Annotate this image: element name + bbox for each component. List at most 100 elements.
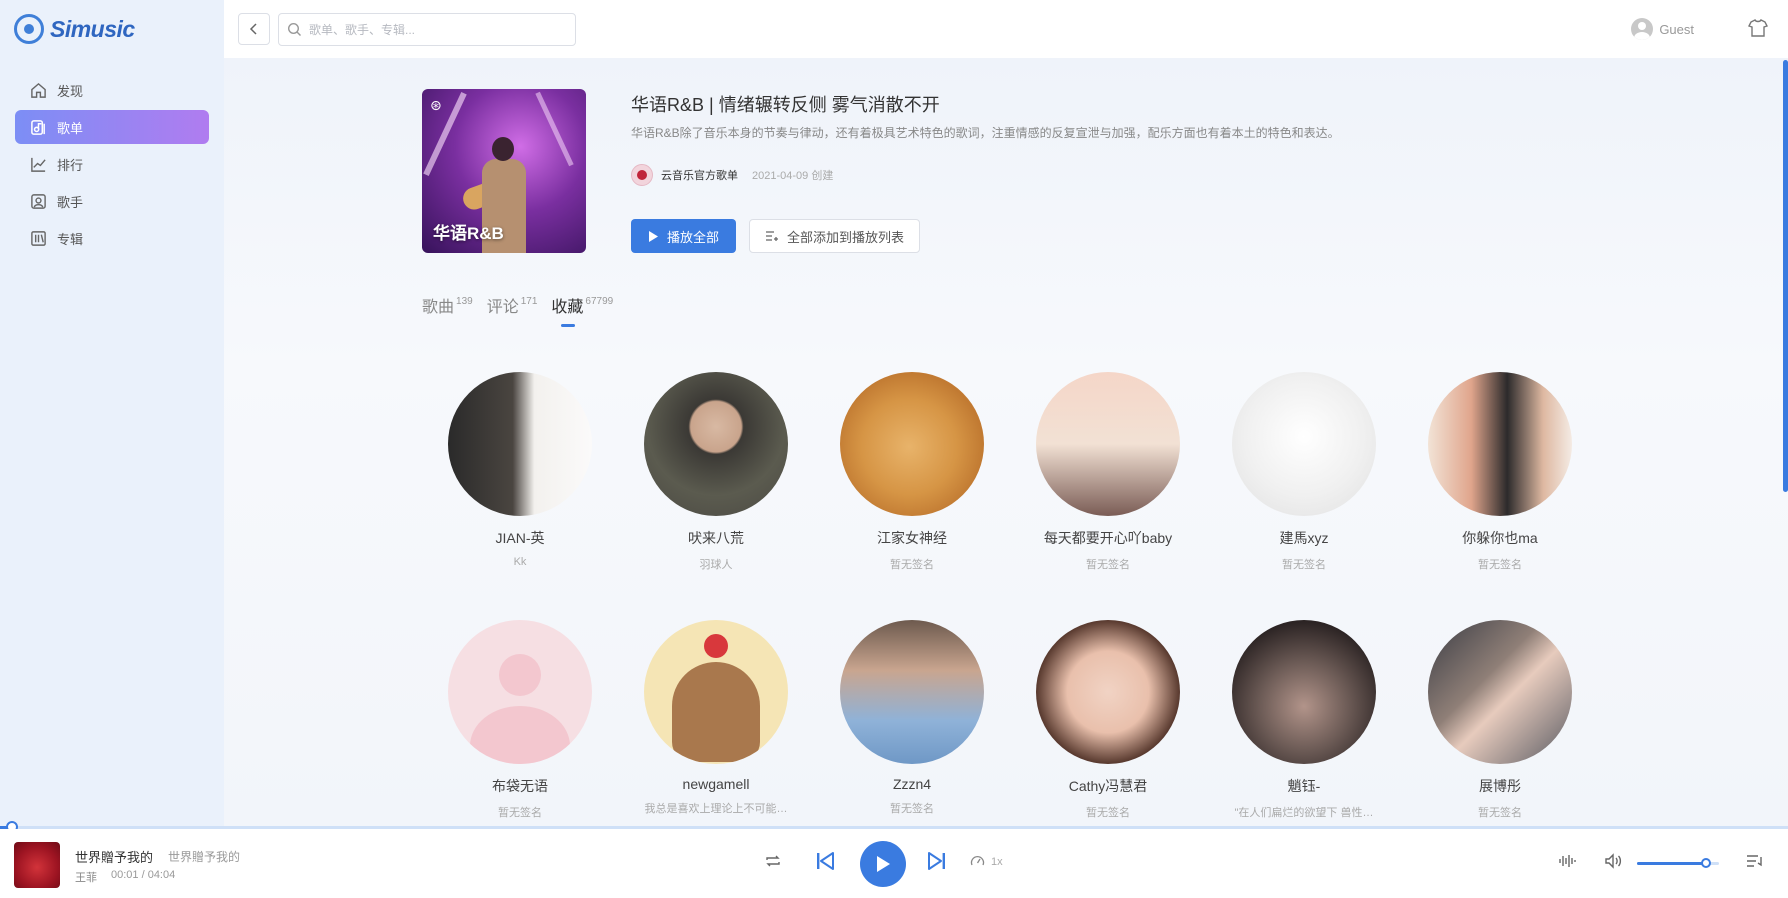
subscriber-signature: 暂无签名 (890, 803, 934, 815)
subscriber-signature: 我总是喜欢上理论上不可能… (644, 803, 788, 815)
play-icon (877, 856, 890, 872)
avatar (644, 620, 788, 764)
sidebar-item-label: 专辑 (57, 231, 84, 247)
search-input[interactable] (309, 22, 575, 37)
play-queue-button[interactable] (1746, 853, 1764, 869)
subscriber-card[interactable]: 魈钰- "在人们扁烂的欲望下 兽性… (1206, 620, 1402, 820)
subscriber-card[interactable]: 建馬xyz 暂无签名 (1206, 372, 1402, 572)
sidebar-item-discover[interactable]: 发现 (15, 73, 209, 107)
subscriber-card[interactable]: Zzzn4 暂无签名 (814, 620, 1010, 816)
sidebar: Simusic 发现 歌单 排行 歌手 专辑 (0, 0, 224, 828)
tshirt-icon[interactable] (1748, 18, 1768, 43)
avatar (1036, 372, 1180, 516)
volume-handle[interactable] (1701, 858, 1711, 868)
add-all-label: 全部添加到播放列表 (786, 229, 904, 245)
subscriber-card[interactable]: 江家女神经 暂无签名 (814, 372, 1010, 572)
back-button[interactable] (238, 13, 270, 45)
subscriber-card[interactable]: 布袋无语 暂无签名 (422, 620, 618, 820)
sidebar-item-label: 发现 (57, 83, 84, 99)
subscriber-card[interactable]: JIAN-英 Kk (422, 372, 618, 568)
avatar (1232, 372, 1376, 516)
subscriber-card[interactable]: newgamell 我总是喜欢上理论上不可能… (618, 620, 814, 816)
avatar (1036, 620, 1180, 764)
subscriber-name: newgamell (682, 776, 750, 792)
sidebar-item-ranking[interactable]: 排行 (15, 147, 209, 181)
subscriber-signature: 暂无签名 (1086, 807, 1130, 819)
subscriber-name: 吠来八荒 (688, 530, 744, 546)
scrollbar[interactable] (1783, 60, 1788, 492)
tab-subscribers[interactable]: 收藏 67799 (551, 293, 614, 327)
repeat-icon (766, 855, 780, 867)
subscriber-card[interactable]: 吠来八荒 羽球人 (618, 372, 814, 572)
subscriber-card[interactable]: Cathy冯慧君 暂无签名 (1010, 620, 1206, 820)
volume-slider[interactable] (1637, 858, 1719, 868)
playlist-description: 华语R&B除了音乐本身的节奏与律动，还有着极具艺术特色的歌词，注重情感的反复宣泄… (631, 126, 1340, 140)
queue-list-icon (1747, 855, 1762, 867)
subscriber-name: 魈钰- (1287, 778, 1321, 794)
sidebar-item-playlist[interactable]: 歌单 (15, 110, 209, 144)
search-box[interactable] (278, 13, 576, 46)
subscriber-name: 建馬xyz (1279, 530, 1329, 546)
logo-disc-icon (14, 14, 44, 44)
tab-label: 评论 (486, 299, 519, 316)
avatar (448, 372, 592, 516)
player-bar: 世界贈予我的 世界贈予我的 王菲 00:01 / 04:04 1x (0, 829, 1788, 898)
avatar (1428, 372, 1572, 516)
subscriber-signature: 暂无签名 (498, 807, 542, 819)
chart-line-icon (29, 155, 47, 173)
playlist-icon (29, 118, 47, 136)
next-track-button[interactable] (928, 851, 946, 871)
user-menu[interactable]: Guest (1631, 18, 1694, 40)
sidebar-item-label: 歌手 (57, 194, 84, 210)
sidebar-item-singers[interactable]: 歌手 (15, 184, 209, 218)
tab-comments[interactable]: 评论 171 (487, 293, 538, 317)
creator-avatar[interactable] (631, 164, 653, 186)
tab-count: 67799 (585, 296, 614, 307)
subscriber-card[interactable]: 你躲你也ma 暂无签名 (1402, 372, 1598, 572)
subscriber-card[interactable]: 展博彤 暂无签名 (1402, 620, 1598, 820)
play-all-label: 播放全部 (666, 229, 719, 245)
subscriber-name: Zzzn4 (892, 776, 932, 792)
tab-label: 歌曲 (422, 299, 455, 316)
subscriber-name: 江家女神经 (877, 530, 947, 546)
mute-button[interactable] (1604, 853, 1622, 869)
skip-previous-icon (817, 852, 834, 870)
previous-track-button[interactable] (816, 851, 834, 871)
app-logo[interactable]: Simusic (14, 14, 135, 44)
subscriber-signature: 暂无签名 (1282, 559, 1326, 571)
play-all-button[interactable]: 播放全部 (631, 219, 736, 253)
playback-speed-value: 1x (991, 855, 1003, 868)
cover-title: 华语R&B (433, 224, 504, 243)
subscriber-signature: 暂无签名 (1478, 559, 1522, 571)
tab-count: 171 (520, 296, 538, 307)
sidebar-item-label: 排行 (57, 157, 84, 173)
now-playing-artist[interactable]: 王菲 (75, 869, 97, 885)
sound-effect-button[interactable] (1558, 853, 1576, 869)
avatar (840, 372, 984, 516)
tab-label: 收藏 (551, 299, 584, 316)
avatar (1232, 620, 1376, 764)
volume-fill (1637, 862, 1706, 865)
play-pause-button[interactable] (860, 841, 906, 887)
tab-songs[interactable]: 歌曲 139 (422, 293, 473, 317)
singer-icon (29, 192, 47, 210)
subscriber-signature: Kk (513, 556, 527, 568)
subscriber-name: 布袋无语 (492, 778, 548, 794)
repeat-mode-button[interactable] (764, 853, 782, 869)
add-to-list-icon (765, 231, 778, 241)
subscriber-name: Cathy冯慧君 (1068, 778, 1148, 794)
now-playing-title[interactable]: 世界贈予我的 (75, 847, 153, 866)
created-date: 2021-04-09 创建 (752, 170, 834, 182)
waveform-icon (1559, 855, 1576, 867)
user-name: Guest (1659, 21, 1694, 37)
subscriber-card[interactable]: 每天都要开心吖baby 暂无签名 (1010, 372, 1206, 572)
speedometer-icon (970, 855, 985, 866)
add-all-to-queue-button[interactable]: 全部添加到播放列表 (749, 219, 920, 253)
sidebar-nav: 发现 歌单 排行 歌手 专辑 (15, 73, 209, 258)
skip-next-icon (928, 852, 945, 870)
now-playing-cover[interactable] (14, 842, 60, 888)
playback-speed-button[interactable]: 1x (970, 854, 1003, 869)
home-icon (29, 81, 47, 99)
sidebar-item-albums[interactable]: 专辑 (15, 221, 209, 255)
creator-name[interactable]: 云音乐官方歌单 (661, 167, 738, 183)
